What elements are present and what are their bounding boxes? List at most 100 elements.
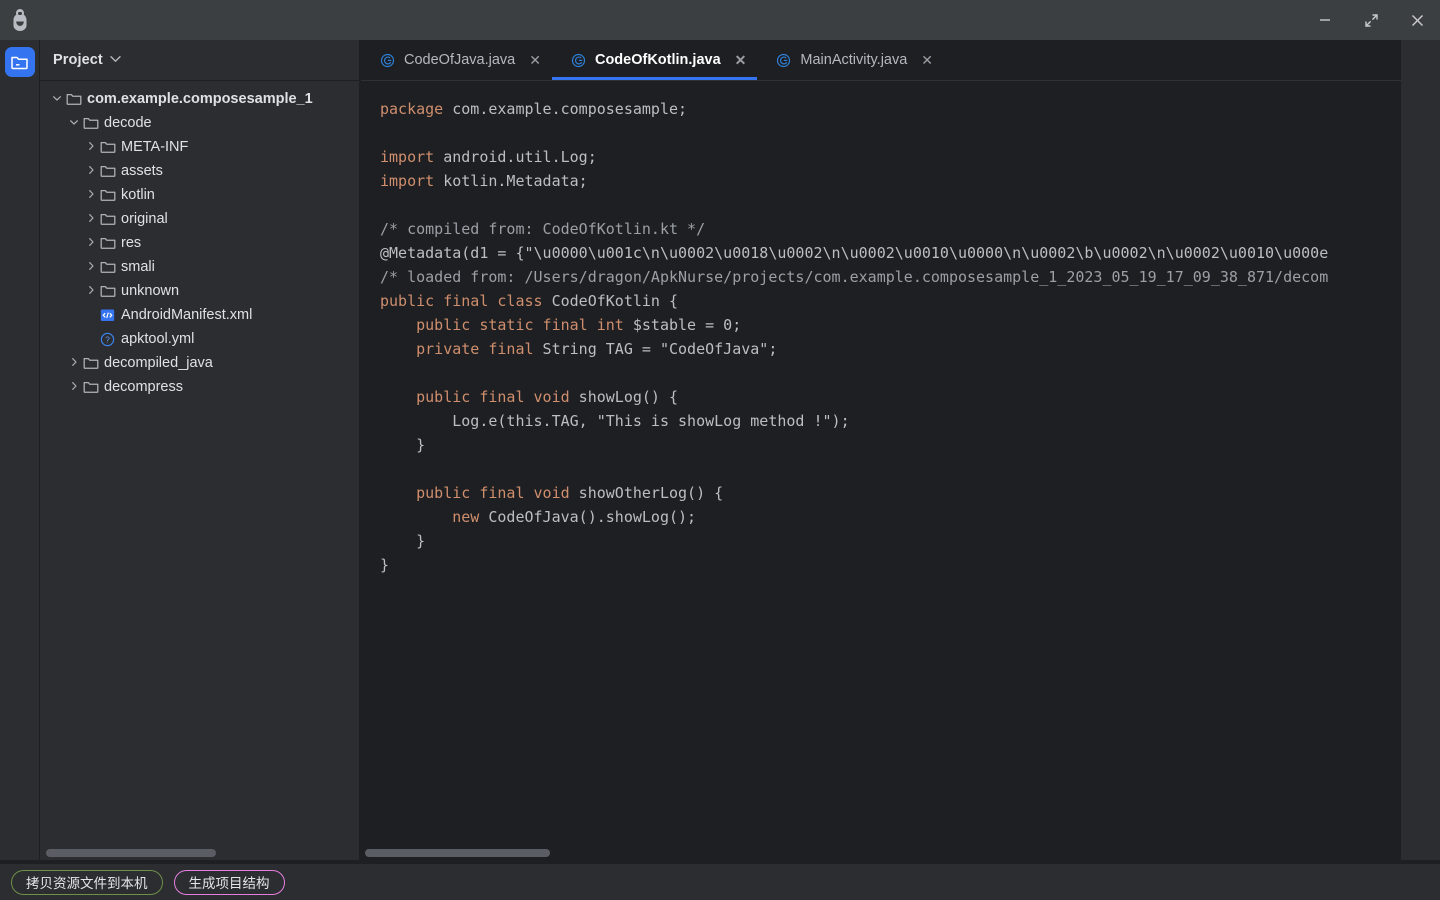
chevron-right-icon: [86, 141, 96, 151]
code-token-plain: }: [380, 556, 389, 574]
code-token-plain: [380, 508, 452, 526]
minimize-button[interactable]: [1302, 0, 1348, 40]
tree-item-kotlin[interactable]: kotlin: [40, 183, 359, 207]
tree-item-decompress[interactable]: decompress: [40, 375, 359, 399]
tree-item-smali[interactable]: smali: [40, 255, 359, 279]
chevron-down-icon[interactable]: [110, 54, 121, 66]
tree-item-label: AndroidManifest.xml: [121, 307, 252, 323]
tree-item-unknown[interactable]: unknown: [40, 279, 359, 303]
chevron-right-icon: [86, 165, 96, 175]
tree-item-label: assets: [121, 163, 163, 179]
chevron-right-icon: [69, 381, 79, 391]
code-token-plain: String TAG = "CodeOfJava";: [534, 340, 778, 358]
maximize-button[interactable]: [1348, 0, 1394, 40]
tree-expand-arrow[interactable]: [67, 381, 81, 394]
tree-item-decompiled-java[interactable]: decompiled_java: [40, 351, 359, 375]
chevron-right-icon: [86, 213, 96, 223]
editor-tab-mainactivity-java[interactable]: MainActivity.java✕: [757, 40, 944, 80]
bottom-action-bar: 拷贝资源文件到本机 生成项目结构: [0, 864, 1440, 900]
folder-icon: [99, 260, 116, 274]
tree-item-label: decode: [104, 115, 152, 131]
folder-icon: [99, 236, 116, 250]
folder-icon: [83, 380, 99, 394]
editor-tab-close-icon[interactable]: ✕: [921, 53, 933, 67]
close-button[interactable]: [1394, 0, 1440, 40]
code-token-kw: import: [380, 172, 434, 190]
folder-glyph-icon: [10, 54, 29, 71]
code-token-plain: [380, 388, 416, 406]
tree-item-res[interactable]: res: [40, 231, 359, 255]
project-tool-window: Project com.example.composesample_1decod…: [40, 40, 360, 860]
app-logo: [0, 0, 40, 40]
tree-item-assets[interactable]: assets: [40, 159, 359, 183]
tree-expand-arrow[interactable]: [84, 189, 98, 202]
editor-hscrollbar[interactable]: [361, 846, 1401, 860]
tree-expand-arrow[interactable]: [84, 213, 98, 226]
copy-resources-button[interactable]: 拷贝资源文件到本机: [11, 870, 163, 895]
code-line: }: [380, 433, 1401, 457]
folder-icon: [82, 380, 99, 394]
generate-project-structure-button[interactable]: 生成项目结构: [174, 870, 285, 895]
folder-icon: [82, 356, 99, 370]
maximize-icon: [1363, 12, 1380, 29]
app-mascot-icon: [9, 8, 31, 32]
minimize-icon: [1317, 12, 1333, 28]
code-line: [380, 361, 1401, 385]
tree-item-original[interactable]: original: [40, 207, 359, 231]
folder-icon: [99, 140, 116, 154]
code-line: [380, 121, 1401, 145]
tree-item-label: smali: [121, 259, 155, 275]
code-token-kw: public final void: [416, 388, 570, 406]
code-line: private final String TAG = "CodeOfJava";: [380, 337, 1401, 361]
code-line: Log.e(this.TAG, "This is showLog method …: [380, 409, 1401, 433]
editor-tab-codeofjava-java[interactable]: CodeOfJava.java ✕: [361, 40, 552, 80]
folder-icon: [99, 284, 116, 298]
project-panel-title: Project: [53, 52, 103, 68]
editor-tab-label: CodeOfKotlin.java: [595, 52, 721, 68]
project-file-tree[interactable]: com.example.composesample_1decode META-IN…: [40, 81, 359, 860]
editor-tab-close-icon[interactable]: ✕: [735, 53, 747, 67]
folder-icon: [100, 260, 116, 274]
project-hscrollbar[interactable]: [40, 846, 360, 860]
project-panel-header[interactable]: Project: [40, 40, 359, 81]
tree-item-com-example-composesample-1[interactable]: com.example.composesample_1: [40, 87, 359, 111]
project-folder-icon[interactable]: [5, 47, 35, 77]
tree-expand-arrow[interactable]: [84, 285, 98, 298]
editor-tab-codeofkotlin-java[interactable]: CodeOfKotlin.java ✕: [552, 40, 757, 80]
editor-right-gutter: [1401, 40, 1440, 860]
chevron-down-icon: [52, 93, 62, 103]
tree-item-apktool-yml[interactable]: ?apktool.yml: [40, 327, 359, 351]
tree-expand-arrow[interactable]: [84, 165, 98, 178]
code-token-plain: android.util.Log;: [434, 148, 597, 166]
code-token-plain: }: [380, 436, 425, 454]
tree-item-androidmanifest-xml[interactable]: AndroidManifest.xml: [40, 303, 359, 327]
tree-item-decode[interactable]: decode: [40, 111, 359, 135]
tree-expand-arrow[interactable]: [84, 141, 98, 154]
tree-expand-arrow[interactable]: [84, 261, 98, 274]
code-token-kw: public static final int: [416, 316, 624, 334]
tree-expand-arrow[interactable]: [84, 237, 98, 250]
code-line: [380, 193, 1401, 217]
tree-item-label: original: [121, 211, 168, 227]
code-line: /* loaded from: /Users/dragon/ApkNurse/p…: [380, 265, 1401, 289]
editor-tab-label: CodeOfJava.java: [404, 52, 515, 68]
code-token-plain: $stable = 0;: [624, 316, 741, 334]
project-hscrollbar-thumb[interactable]: [46, 849, 216, 857]
code-line: new CodeOfJava().showLog();: [380, 505, 1401, 529]
editor-hscrollbar-thumb[interactable]: [365, 849, 550, 857]
code-token-plain: Log.e(this.TAG, "This is showLog method …: [380, 412, 850, 430]
code-line: public static final int $stable = 0;: [380, 313, 1401, 337]
svg-text:?: ?: [105, 334, 110, 344]
java-class-icon: [776, 53, 791, 68]
tree-item-meta-inf[interactable]: META-INF: [40, 135, 359, 159]
code-line: }: [380, 529, 1401, 553]
tree-collapse-arrow[interactable]: [50, 93, 64, 106]
tree-expand-arrow[interactable]: [67, 357, 81, 370]
java-class-icon: [380, 53, 395, 68]
tree-item-label: META-INF: [121, 139, 188, 155]
code-line: /* compiled from: CodeOfKotlin.kt */: [380, 217, 1401, 241]
tree-collapse-arrow[interactable]: [67, 117, 81, 130]
editor-tab-close-icon[interactable]: ✕: [529, 53, 541, 67]
editor-area: CodeOfJava.java✕CodeOfKotlin.java✕MainAc…: [361, 40, 1401, 860]
code-editor-content[interactable]: package com.example.composesample; impor…: [361, 81, 1401, 860]
